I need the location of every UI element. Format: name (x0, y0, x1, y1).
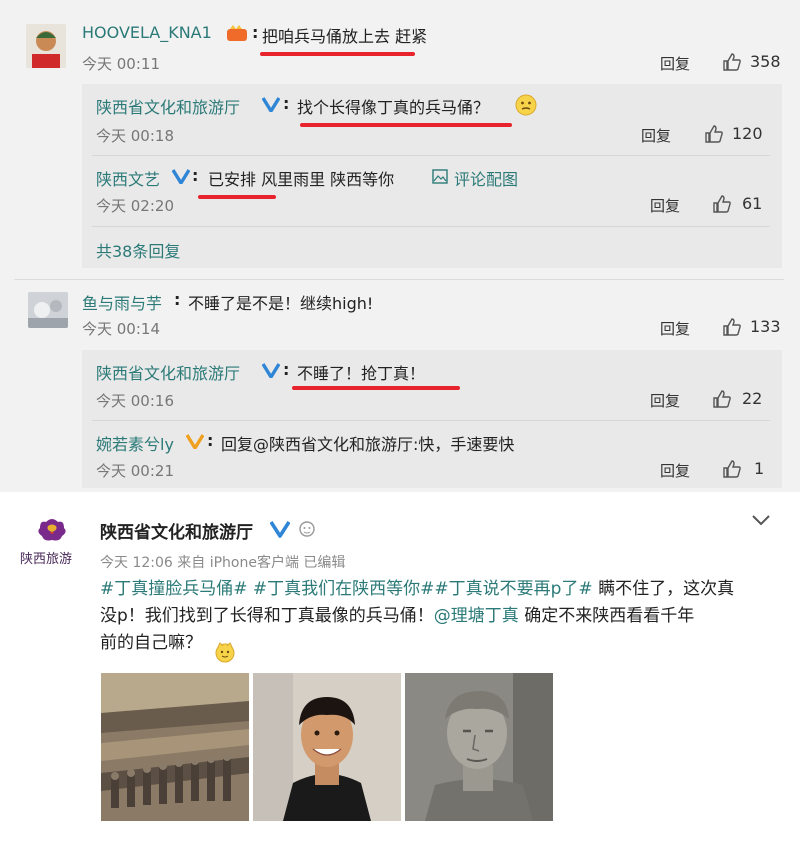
comment-image-link[interactable]: 评论配图 (454, 166, 518, 190)
divider (92, 226, 770, 227)
reply-button[interactable]: 回复 (660, 318, 690, 339)
comment-text: 不睡了是不是！继续high! (188, 294, 374, 313)
comment-text: 回复@陕西省文化和旅游厅:快，手速要快 (221, 435, 515, 454)
comment-text: 不睡了！抢丁真！ (297, 364, 426, 383)
post-text-line2-end: 确定不来陕西看看千年 (518, 606, 695, 626)
like-icon[interactable] (712, 194, 732, 218)
comment-username[interactable]: 鱼与雨与芋 (82, 290, 162, 314)
post-body: #丁真撞脸兵马俑# #丁真我们在陕西等你##丁真说不要再p了# 瞒不住了，这次真… (100, 576, 780, 657)
mention-link[interactable]: @理塘丁真 (434, 606, 519, 626)
comment-username[interactable]: 陕西文艺 (96, 166, 160, 190)
reply-button[interactable]: 回复 (660, 460, 690, 481)
reply-button[interactable]: 回复 (641, 125, 671, 146)
red-underline (292, 386, 460, 390)
emoji-icon (214, 641, 236, 667)
divider (92, 420, 770, 421)
post-text-line3: 前的自己嘛？ (100, 633, 202, 653)
verified-badge-icon (185, 433, 205, 453)
verified-badge-icon (261, 362, 281, 382)
post-image-terracotta-pit[interactable] (101, 673, 249, 821)
post-image-portrait[interactable] (253, 673, 401, 821)
like-icon[interactable] (722, 317, 742, 341)
red-underline (260, 52, 415, 56)
post-text-line1: 瞒不住了，这次真 (592, 579, 735, 599)
post-logo-text: 陕西旅游 (20, 552, 73, 567)
more-replies-link[interactable]: 共38条回复 (96, 238, 180, 262)
comment-username[interactable]: 陕西省文化和旅游厅 (96, 94, 240, 118)
like-icon[interactable] (722, 52, 742, 76)
comment-username[interactable]: 婉若素兮ly (96, 431, 174, 455)
post-avatar-logo[interactable] (20, 514, 84, 578)
emoji-icon (515, 94, 537, 120)
post-meta: 今天 12:06 来自 iPhone客户端 已编辑 (100, 555, 346, 571)
post-image-terracotta-face[interactable] (405, 673, 553, 821)
comment-colon: : (174, 290, 181, 309)
reply-button[interactable]: 回复 (660, 53, 690, 74)
red-underline (300, 123, 512, 127)
verified-badge-icon (261, 96, 281, 116)
like-icon[interactable] (712, 389, 732, 413)
comment-time: 今天 02:20 (96, 197, 174, 215)
comment-username[interactable]: 陕西省文化和旅游厅 (96, 360, 240, 384)
avatar[interactable] (26, 24, 66, 68)
comment-colon: : (252, 23, 259, 42)
red-underline (198, 195, 276, 199)
like-count: 133 (750, 317, 781, 336)
like-icon[interactable] (722, 459, 742, 483)
avatar[interactable] (28, 292, 68, 328)
reply-button[interactable]: 回复 (650, 390, 680, 411)
chevron-down-icon[interactable] (750, 512, 772, 531)
comment-colon: : (283, 360, 290, 379)
like-count: 1 (754, 459, 765, 478)
comment-time: 今天 00:16 (96, 392, 174, 410)
comment-time: 今天 00:18 (96, 127, 174, 145)
post-author-name[interactable]: 陕西省文化和旅游厅 (100, 518, 253, 543)
comment-text: 已安排 风里雨里 陕西等你 (208, 170, 395, 189)
like-count: 61 (742, 194, 763, 213)
verified-badge-icon (171, 168, 191, 188)
reply-button[interactable]: 回复 (650, 195, 680, 216)
like-icon[interactable] (704, 124, 724, 148)
like-count: 120 (732, 124, 763, 143)
comment-username[interactable]: HOOVELA_KNA1 (82, 23, 212, 42)
verified-badge-icon (269, 520, 291, 542)
comment-text: 把咱兵马俑放上去 赶紧 (262, 27, 428, 46)
comment-time: 今天 00:21 (96, 462, 174, 480)
comment-colon: : (192, 166, 199, 185)
divider (92, 155, 770, 156)
comment-time: 今天 00:11 (82, 55, 160, 73)
like-count: 358 (750, 52, 781, 71)
member-icon (298, 520, 316, 542)
comment-colon: : (283, 94, 290, 113)
divider (14, 279, 784, 280)
comment-time: 今天 00:14 (82, 320, 160, 338)
hashtag-links[interactable]: #丁真撞脸兵马俑# #丁真我们在陕西等你##丁真说不要再p了# (100, 579, 593, 599)
comment-colon: : (207, 431, 214, 450)
image-icon (432, 169, 448, 188)
like-count: 22 (742, 389, 763, 408)
post-text-line2: 没p！我们找到了长得和丁真最像的兵马俑！ (100, 606, 434, 626)
comment-text: 找个长得像丁真的兵马俑？ (297, 98, 490, 117)
vip-badge-icon (226, 25, 248, 47)
